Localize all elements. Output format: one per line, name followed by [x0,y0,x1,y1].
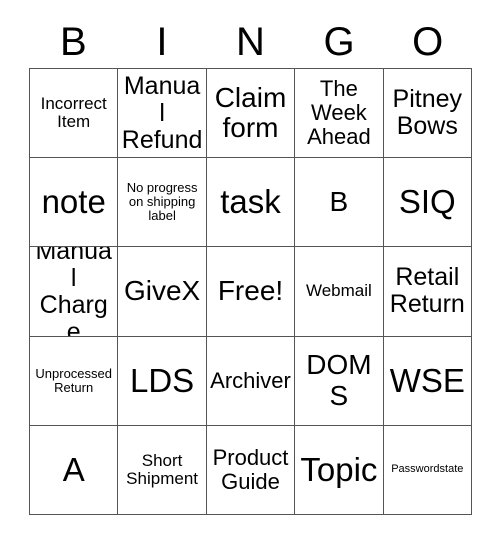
bingo-cell[interactable]: Passwordstate [383,425,472,515]
bingo-cell-label: The Week Ahead [307,76,371,149]
bingo-cell-label: DOMS [306,349,372,411]
bingo-cell-label: Pitney Bows [392,85,463,141]
bingo-header-letter-b: B [59,20,87,64]
bingo-cell[interactable]: Manual Refund [118,69,207,159]
bingo-cell-free[interactable]: Free! [206,247,296,337]
bingo-cell-label: Product Guide [212,445,289,494]
bingo-cell[interactable]: A [30,425,119,515]
bingo-cell[interactable]: note [30,158,119,248]
bingo-cell-label: Passwordstate [391,462,464,475]
bingo-cell[interactable]: GiveX [118,247,207,337]
bingo-cell[interactable]: Topic [295,425,384,515]
bingo-cell-label: Incorrect Item [40,93,107,132]
bingo-cell-label: Archiver [210,367,291,393]
bingo-cell-label: Free! [217,275,284,307]
bingo-cell-label: task [220,183,281,221]
bingo-card: B I N G O Incorrect Item Manual Refund Cla… [0,0,500,544]
bingo-cell-label: Retail Return [389,263,465,319]
bingo-cell-label: No progress on shipping label [126,180,198,224]
bingo-cell[interactable]: Pitney Bows [383,69,472,159]
bingo-header-row: B I N G O [29,16,472,68]
bingo-cell-label: Claim form [214,81,287,144]
bingo-header-letter-o: O [412,20,444,64]
bingo-cell-label: Unprocessed Return [35,365,112,395]
bingo-cell[interactable]: task [206,158,296,248]
bingo-cell-label: WSE [389,361,465,399]
bingo-cell-label: Webmail [305,281,372,301]
bingo-cell-label: B [329,186,349,218]
bingo-cell-label: A [62,451,85,489]
bingo-cell[interactable]: Product Guide [206,425,296,515]
bingo-cell[interactable]: Retail Return [383,247,472,337]
bingo-cell-label: note [41,183,106,221]
bingo-cell[interactable]: Manual Charge [30,247,119,337]
bingo-cell-label: Manual Charge [35,247,112,337]
bingo-cell-label: GiveX [123,275,201,307]
bingo-cell[interactable]: No progress on shipping label [118,158,207,248]
bingo-cell[interactable]: Webmail [295,247,384,337]
bingo-cell[interactable]: The Week Ahead [295,69,384,159]
bingo-cell[interactable]: Claim form [206,69,296,159]
bingo-cell[interactable]: WSE [383,336,472,426]
bingo-cell-label: Short Shipment [126,450,198,488]
bingo-cell[interactable]: SIQ [383,158,472,248]
bingo-cell[interactable]: Unprocessed Return [30,336,119,426]
bingo-cell[interactable]: Short Shipment [118,425,207,515]
bingo-cell[interactable]: LDS [118,336,207,426]
bingo-header-letter-g: G [323,20,355,64]
bingo-cell[interactable]: B [295,158,384,248]
bingo-cell[interactable]: DOMS [295,336,384,426]
bingo-header-letter-n: N [236,20,265,64]
bingo-cell-label: Topic [300,451,378,489]
bingo-grid: Incorrect Item Manual Refund Claim form The… [29,68,472,515]
bingo-cell-label: Manual Refund [121,71,203,154]
bingo-cell-label: LDS [129,361,195,399]
bingo-header-letter-i: I [156,20,168,64]
bingo-cell-label: SIQ [398,183,456,221]
bingo-cell[interactable]: Incorrect Item [30,69,119,159]
bingo-cell[interactable]: Archiver [206,336,296,426]
